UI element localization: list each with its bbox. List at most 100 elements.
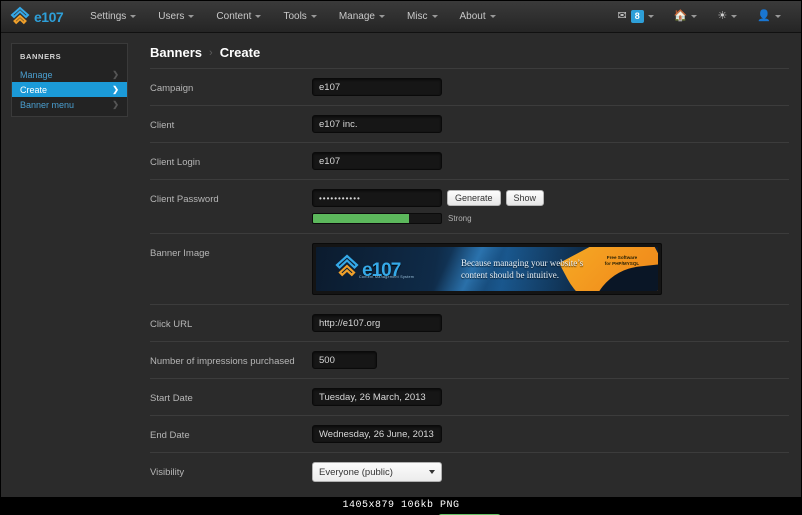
field-label: Client Login — [150, 152, 312, 168]
nav-item-label: Settings — [90, 11, 126, 22]
impressions-input[interactable] — [312, 351, 377, 369]
show-password-button[interactable]: Show — [506, 190, 545, 206]
sidebar-item-label: Manage — [20, 70, 53, 80]
banner-tagline: Because managing your website’s content … — [461, 257, 583, 281]
chevron-down-icon — [379, 15, 385, 18]
chevron-down-icon — [188, 15, 194, 18]
nav-item-label: Content — [216, 11, 251, 22]
app-window: e107 Settings Users Content Tools Manage — [0, 0, 802, 515]
image-info-text: 1405x879 106kb PNG — [342, 500, 459, 511]
password-strength-meter — [312, 213, 442, 224]
nav-item-label: Users — [158, 11, 184, 22]
sidebar-item-manage[interactable]: Manage ❯ — [12, 67, 127, 82]
field-label: Client Password — [150, 189, 312, 205]
breadcrumb-root[interactable]: Banners — [150, 45, 202, 60]
form-row-visibility: Visibility Everyone (public) — [150, 453, 789, 491]
chevron-down-icon — [432, 15, 438, 18]
client-login-input[interactable] — [312, 152, 442, 170]
banner-badge-line2: for PHP/MYSQL — [593, 261, 651, 267]
brand-logo[interactable]: e107 — [9, 6, 63, 28]
nav-item-users[interactable]: Users — [147, 1, 205, 32]
start-date-input[interactable] — [312, 388, 442, 406]
page-body: BANNERS Manage ❯ Create ❯ Banner menu ❯ … — [1, 33, 801, 514]
home-menu[interactable]: 🏠 — [664, 1, 708, 32]
banner-tagline-line1: Because managing your website’s — [461, 257, 583, 269]
field-label: End Date — [150, 425, 312, 441]
chevron-down-icon — [648, 15, 654, 18]
globe-icon: ☀ — [717, 11, 727, 22]
nav-item-label: Tools — [283, 11, 306, 22]
chevron-right-icon: ❯ — [112, 70, 119, 79]
chevron-right-icon: ❯ — [112, 85, 119, 94]
nav-item-label: Misc — [407, 11, 428, 22]
form-row-end-date: End Date — [150, 416, 789, 453]
chevron-down-icon — [255, 15, 261, 18]
chevron-right-icon: ❯ — [112, 100, 119, 109]
main-content: Banners › Create Campaign Client — [128, 43, 801, 514]
campaign-input[interactable] — [312, 78, 442, 96]
user-menu[interactable]: 👤 — [747, 1, 791, 32]
form-row-click-url: Click URL — [150, 305, 789, 342]
chevron-down-icon — [130, 15, 136, 18]
click-url-input[interactable] — [312, 314, 442, 332]
form-row-campaign: Campaign — [150, 69, 789, 106]
field-label: Banner Image — [150, 243, 312, 259]
form-row-client-password: Client Password Generate Show Strong — [150, 180, 789, 234]
nav-item-manage[interactable]: Manage — [328, 1, 396, 32]
password-strength-label: Strong — [448, 214, 472, 223]
visibility-selected-value: Everyone (public) — [319, 467, 393, 478]
navbar-right-tools: ✉ 8 🏠 ☀ 👤 — [607, 1, 791, 32]
banner-subtitle: Content Management System — [359, 275, 414, 279]
sidebar-item-create[interactable]: Create ❯ — [12, 82, 127, 97]
top-navbar: e107 Settings Users Content Tools Manage — [1, 1, 801, 33]
field-label: Visibility — [150, 462, 312, 478]
chevron-down-icon — [775, 15, 781, 18]
sidebar: BANNERS Manage ❯ Create ❯ Banner menu ❯ — [11, 43, 128, 117]
form-row-banner-image: Banner Image — [150, 234, 789, 305]
end-date-input[interactable] — [312, 425, 442, 443]
client-input[interactable] — [312, 115, 442, 133]
nav-item-about[interactable]: About — [449, 1, 507, 32]
nav-item-label: About — [460, 11, 486, 22]
chevron-down-icon — [731, 15, 737, 18]
e107-logo-icon — [9, 6, 31, 28]
breadcrumb-separator-icon: › — [209, 47, 213, 59]
envelope-icon: ✉ — [617, 11, 626, 22]
nav-item-content[interactable]: Content — [205, 1, 272, 32]
nav-item-settings[interactable]: Settings — [79, 1, 147, 32]
field-label: Client — [150, 115, 312, 131]
banner-image-preview[interactable]: e107 Content Management System Because m… — [312, 243, 662, 295]
nav-item-misc[interactable]: Misc — [396, 1, 449, 32]
password-strength: Strong — [312, 213, 789, 224]
sidebar-item-label: Create — [20, 85, 47, 95]
nav-item-label: Manage — [339, 11, 375, 22]
navbar-menu: Settings Users Content Tools Manage Misc — [79, 1, 507, 32]
field-label: Click URL — [150, 314, 312, 330]
breadcrumb-current: Create — [220, 45, 260, 60]
field-label: Start Date — [150, 388, 312, 404]
client-password-input[interactable] — [312, 189, 442, 207]
sidebar-item-banner-menu[interactable]: Banner menu ❯ — [12, 97, 127, 112]
banner-free-badge: Free Software for PHP/MYSQL — [593, 255, 651, 267]
form-row-client-login: Client Login — [150, 143, 789, 180]
banner-artwork: e107 Content Management System Because m… — [316, 247, 658, 291]
form-row-start-date: Start Date — [150, 379, 789, 416]
generate-password-button[interactable]: Generate — [447, 190, 501, 206]
home-icon: 🏠 — [674, 11, 688, 22]
chevron-down-icon — [311, 15, 317, 18]
visibility-select[interactable]: Everyone (public) — [312, 462, 442, 482]
breadcrumb: Banners › Create — [150, 43, 789, 68]
language-menu[interactable]: ☀ — [707, 1, 747, 32]
field-label: Campaign — [150, 78, 312, 94]
image-info-footer: 1405x879 106kb PNG — [1, 497, 801, 514]
nav-item-tools[interactable]: Tools — [272, 1, 327, 32]
sidebar-item-label: Banner menu — [20, 100, 74, 110]
chevron-down-icon — [490, 15, 496, 18]
banner-tagline-line2: content should be intuitive. — [461, 269, 583, 281]
sidebar-title: BANNERS — [12, 44, 127, 67]
form-row-client: Client — [150, 106, 789, 143]
user-icon: 👤 — [757, 11, 771, 22]
messages-menu[interactable]: ✉ 8 — [607, 1, 663, 32]
chevron-down-icon — [691, 15, 697, 18]
banner-create-form: Campaign Client Client Login — [150, 68, 789, 515]
